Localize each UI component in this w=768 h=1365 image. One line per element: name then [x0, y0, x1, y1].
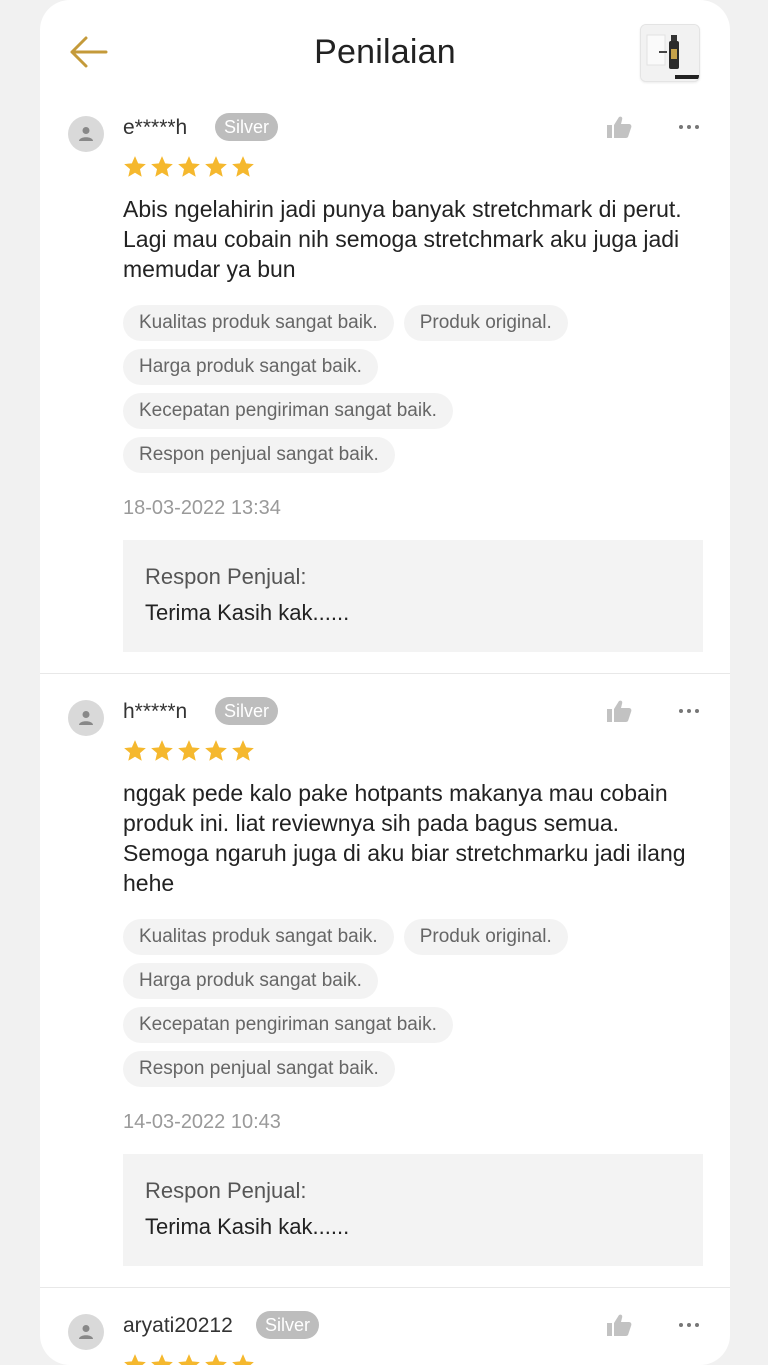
- back-button[interactable]: [64, 30, 112, 74]
- star-icon: [178, 1354, 200, 1365]
- person-icon: [79, 711, 93, 725]
- like-button[interactable]: [602, 112, 636, 142]
- seller-response-label: Respon Penjual:: [145, 1178, 307, 1203]
- star-rating: [122, 1352, 256, 1365]
- thumb-up-icon: [607, 1314, 632, 1336]
- more-options-button[interactable]: [672, 1310, 706, 1340]
- star-icon: [178, 740, 200, 761]
- review-tag: Harga produk sangat baik.: [123, 963, 378, 999]
- review-item: h*****n Silver nggak pede kalo pake hotp…: [40, 688, 730, 1288]
- ellipsis-icon: [679, 1323, 699, 1327]
- page-title: Penilaian: [314, 32, 456, 71]
- star-icon: [124, 740, 146, 761]
- review-date: 14-03-2022 10:43: [123, 1111, 281, 1133]
- review-tags: Kualitas produk sangat baik. Produk orig…: [123, 305, 683, 481]
- review-tag: Kualitas produk sangat baik.: [123, 919, 394, 955]
- person-icon: [79, 127, 93, 141]
- review-item: aryati20212 Silver: [40, 1302, 730, 1365]
- divider: [40, 1287, 730, 1288]
- star-icon: [124, 1354, 146, 1365]
- thumb-up-icon: [607, 116, 632, 138]
- review-text: Abis ngelahirin jadi punya banyak stretc…: [123, 196, 682, 282]
- star-icon: [151, 156, 173, 177]
- member-badge: Silver: [256, 1311, 320, 1339]
- star-rating: [122, 738, 256, 764]
- star-icon: [205, 156, 227, 177]
- star-icon: [151, 1354, 173, 1365]
- review-tag: Kecepatan pengiriman sangat baik.: [123, 393, 453, 429]
- review-tag: Harga produk sangat baik.: [123, 349, 378, 385]
- review-text: nggak pede kalo pake hotpants makanya ma…: [123, 780, 686, 896]
- review-tag: Respon penjual sangat baik.: [123, 1051, 395, 1087]
- star-icon: [232, 740, 254, 761]
- reviewer-username: h*****n: [123, 700, 188, 723]
- star-icon: [178, 156, 200, 177]
- seller-response: Respon Penjual: Terima Kasih kak......: [123, 540, 703, 652]
- divider: [40, 673, 730, 674]
- review-tag: Kualitas produk sangat baik.: [123, 305, 394, 341]
- product-thumbnail[interactable]: [640, 24, 700, 82]
- review-tag: Produk original.: [403, 919, 568, 955]
- reviews-screen: Penilaian e*****h Silver Abis ngelahirin…: [40, 0, 730, 1365]
- reviewer-username: e*****h: [123, 116, 188, 139]
- star-icon: [151, 740, 173, 761]
- seller-response: Respon Penjual: Terima Kasih kak......: [123, 1154, 703, 1266]
- star-icon: [124, 156, 146, 177]
- reviewer-username: aryati20212: [123, 1314, 233, 1337]
- avatar: [68, 116, 104, 152]
- arrow-left-icon: [70, 36, 108, 68]
- seller-response-label: Respon Penjual:: [145, 564, 307, 589]
- seller-response-text: Terima Kasih kak......: [145, 600, 350, 625]
- star-icon: [205, 1354, 227, 1365]
- avatar: [68, 1314, 104, 1350]
- ellipsis-icon: [679, 125, 699, 129]
- more-options-button[interactable]: [672, 112, 706, 142]
- star-rating: [122, 154, 256, 180]
- review-tag: Produk original.: [403, 305, 568, 341]
- person-icon: [79, 1325, 93, 1339]
- review-tag: Respon penjual sangat baik.: [123, 437, 395, 473]
- member-badge: Silver: [215, 697, 279, 725]
- star-icon: [205, 740, 227, 761]
- review-tag: Kecepatan pengiriman sangat baik.: [123, 1007, 453, 1043]
- review-item: e*****h Silver Abis ngelahirin jadi puny…: [40, 104, 730, 674]
- seller-response-text: Terima Kasih kak......: [145, 1214, 350, 1239]
- like-button[interactable]: [602, 1310, 636, 1340]
- star-icon: [232, 156, 254, 177]
- avatar: [68, 700, 104, 736]
- review-tags: Kualitas produk sangat baik. Produk orig…: [123, 919, 683, 1095]
- member-badge: Silver: [215, 113, 279, 141]
- more-options-button[interactable]: [672, 696, 706, 726]
- star-icon: [232, 1354, 254, 1365]
- thumb-up-icon: [607, 700, 632, 722]
- app-header: Penilaian: [40, 0, 730, 104]
- ellipsis-icon: [679, 709, 699, 713]
- product-image-icon: [641, 25, 699, 81]
- review-date: 18-03-2022 13:34: [123, 497, 281, 519]
- like-button[interactable]: [602, 696, 636, 726]
